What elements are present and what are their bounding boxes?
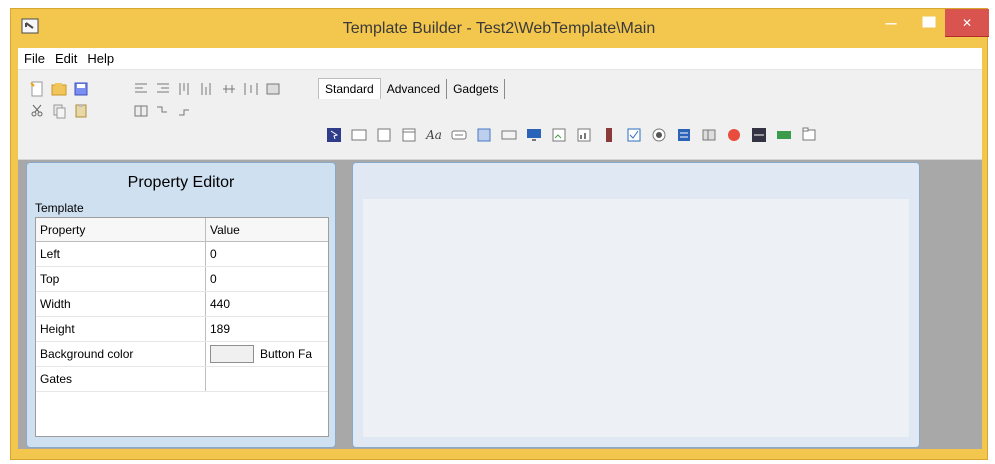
- textbox-icon[interactable]: [450, 126, 468, 144]
- frame-icon[interactable]: [400, 126, 418, 144]
- checkbox-icon[interactable]: [625, 126, 643, 144]
- cut-icon[interactable]: [28, 102, 46, 120]
- property-editor: Property Editor Template Property Value …: [26, 162, 336, 448]
- property-name: Width: [36, 292, 206, 316]
- align-right-icon[interactable]: [154, 80, 172, 98]
- align-bottom-icon[interactable]: [198, 80, 216, 98]
- align-toolbar: [132, 80, 292, 120]
- tab-control-icon[interactable]: [800, 126, 818, 144]
- property-value[interactable]: [206, 367, 328, 391]
- property-value[interactable]: Button Fa: [206, 342, 328, 366]
- component-palette: Aa: [325, 126, 818, 144]
- menubar: File Edit Help: [18, 48, 982, 70]
- property-name: Top: [36, 267, 206, 291]
- display-icon[interactable]: [525, 126, 543, 144]
- table-row[interactable]: Height 189: [36, 317, 328, 342]
- property-name: Left: [36, 242, 206, 266]
- button-icon[interactable]: [500, 126, 518, 144]
- table-row[interactable]: Left 0: [36, 242, 328, 267]
- close-button[interactable]: ✕: [945, 9, 989, 37]
- container-icon[interactable]: [375, 126, 393, 144]
- window-title: Template Builder - Test2\WebTemplate\Mai…: [342, 20, 656, 37]
- gauge-icon[interactable]: [775, 126, 793, 144]
- property-value[interactable]: 189: [206, 317, 328, 341]
- tab-gadgets[interactable]: Gadgets: [447, 78, 506, 99]
- property-table: Property Value Left 0 Top 0 Width 440 He…: [35, 217, 329, 437]
- color-swatch[interactable]: [210, 345, 254, 363]
- open-icon[interactable]: [50, 80, 68, 98]
- maximize-icon: [922, 16, 936, 31]
- network-icon[interactable]: [750, 126, 768, 144]
- property-value[interactable]: 0: [206, 242, 328, 266]
- header-property: Property: [36, 218, 206, 241]
- menu-help[interactable]: Help: [87, 51, 114, 66]
- label-icon[interactable]: Aa: [425, 126, 443, 144]
- property-name: Background color: [36, 342, 206, 366]
- align-middle-icon[interactable]: [220, 80, 238, 98]
- save-icon[interactable]: [72, 80, 90, 98]
- property-name: Gates: [36, 367, 206, 391]
- pointer-icon[interactable]: [325, 126, 343, 144]
- property-editor-title: Property Editor: [127, 174, 235, 191]
- design-canvas[interactable]: [352, 162, 920, 448]
- menu-edit[interactable]: Edit: [55, 51, 77, 66]
- minimize-button[interactable]: –: [873, 9, 909, 37]
- property-value[interactable]: 0: [206, 267, 328, 291]
- tab-strip: Standard Advanced Gadgets: [318, 78, 506, 99]
- table-row[interactable]: Top 0: [36, 267, 328, 292]
- tab-standard[interactable]: Standard: [318, 78, 381, 99]
- list-icon[interactable]: [675, 126, 693, 144]
- table-header: Property Value: [36, 218, 328, 242]
- record-icon[interactable]: [725, 126, 743, 144]
- toolbar: Standard Advanced Gadgets Aa: [18, 70, 982, 160]
- image-icon[interactable]: [475, 126, 493, 144]
- table-row[interactable]: Gates: [36, 367, 328, 392]
- table-row[interactable]: Background color Button Fa: [36, 342, 328, 367]
- menu-file[interactable]: File: [24, 51, 45, 66]
- tab-advanced[interactable]: Advanced: [381, 78, 448, 99]
- align-left-icon[interactable]: [132, 80, 150, 98]
- background-color-value: Button Fa: [260, 347, 313, 361]
- file-toolbar: [28, 80, 106, 120]
- property-section-label: Template: [35, 201, 84, 215]
- picture-icon[interactable]: [550, 126, 568, 144]
- workspace: Property Editor Template Property Value …: [18, 160, 982, 449]
- table-icon[interactable]: [700, 126, 718, 144]
- maximize-button[interactable]: [914, 9, 944, 37]
- design-surface[interactable]: [363, 199, 909, 437]
- align-top-icon[interactable]: [176, 80, 194, 98]
- property-name: Height: [36, 317, 206, 341]
- device-icon[interactable]: [600, 126, 618, 144]
- header-value: Value: [210, 222, 240, 237]
- grid-icon[interactable]: [132, 102, 150, 120]
- bring-front-icon[interactable]: [176, 102, 194, 120]
- copy-icon[interactable]: [50, 102, 68, 120]
- panel-icon[interactable]: [350, 126, 368, 144]
- chart-icon[interactable]: [575, 126, 593, 144]
- property-value[interactable]: 440: [206, 292, 328, 316]
- paste-icon[interactable]: [72, 102, 90, 120]
- new-icon[interactable]: [28, 80, 46, 98]
- app-window: Template Builder - Test2\WebTemplate\Mai…: [10, 8, 989, 460]
- table-row[interactable]: Width 440: [36, 292, 328, 317]
- radio-icon[interactable]: [650, 126, 668, 144]
- distribute-icon[interactable]: [242, 80, 260, 98]
- send-back-icon[interactable]: [154, 102, 172, 120]
- titlebar[interactable]: Template Builder - Test2\WebTemplate\Mai…: [11, 9, 989, 49]
- same-size-icon[interactable]: [264, 80, 282, 98]
